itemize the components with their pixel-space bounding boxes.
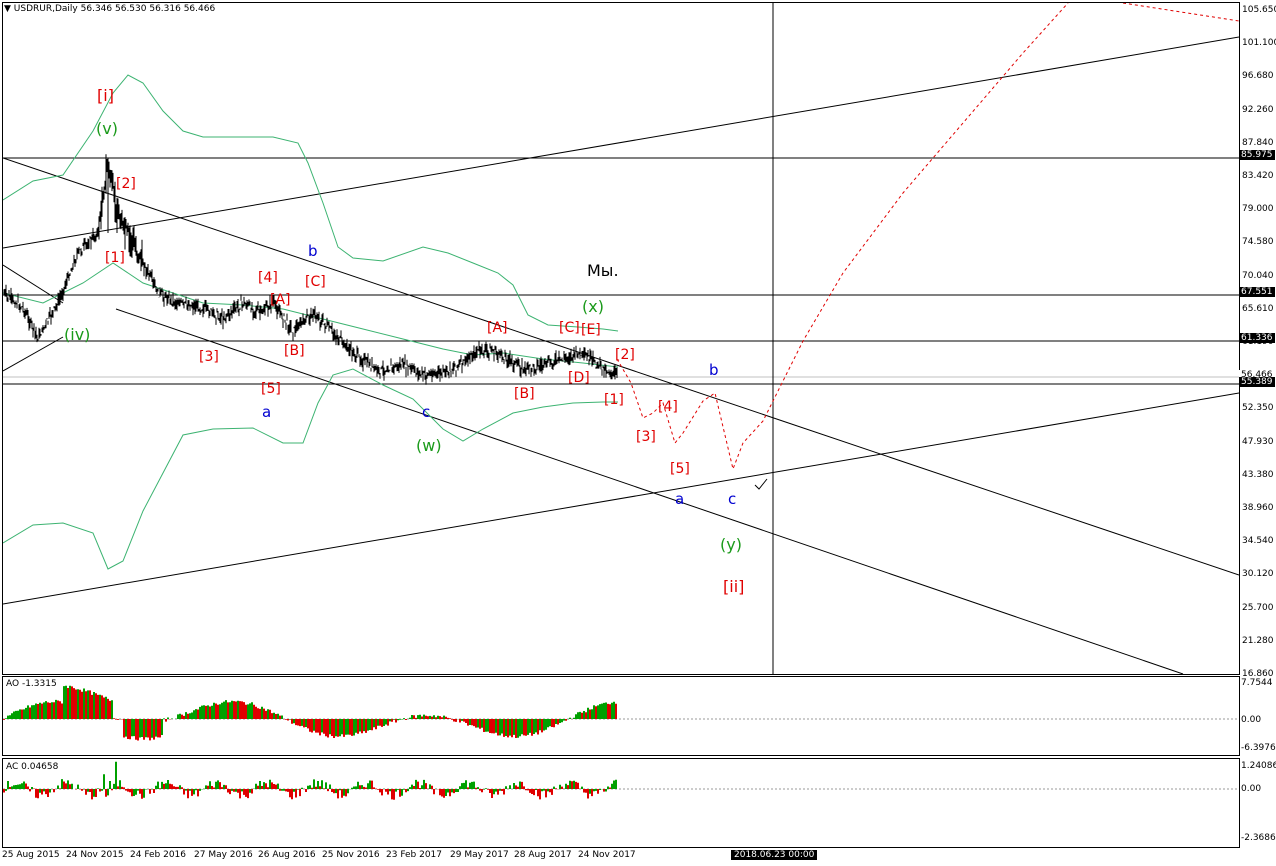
checkmark-icon <box>754 478 768 490</box>
wave-label: [5] <box>670 461 690 477</box>
price-tick: 25.700 <box>1242 602 1274 613</box>
price-tick: 92.260 <box>1242 104 1274 115</box>
time-tick: 24 Feb 2016 <box>130 850 187 860</box>
price-tick: 101.100 <box>1242 38 1276 49</box>
ao-histogram <box>3 685 1239 741</box>
ac-indicator-pane[interactable] <box>2 758 1240 848</box>
wave-label: [ii] <box>723 577 745 596</box>
wave-label: [i] <box>97 86 114 105</box>
time-tick: 24 Nov 2017 <box>578 850 636 860</box>
symbol-header: ▼ USDRUR,Daily 56.346 56.530 56.316 56.4… <box>4 4 215 14</box>
price-tick: 34.540 <box>1242 536 1274 547</box>
wave-label: [1] <box>604 392 624 408</box>
time-tick: 28 Aug 2017 <box>514 850 572 860</box>
wave-label: (w) <box>416 436 442 455</box>
wave-label: [B] <box>514 386 535 402</box>
time-tick: 24 Nov 2015 <box>66 850 124 860</box>
envelope-upper <box>3 74 619 332</box>
price-tick: 21.280 <box>1242 635 1274 646</box>
price-tick: 79.000 <box>1242 204 1274 215</box>
price-tick: 43.380 <box>1242 469 1274 480</box>
ao-title: AO -1.3315 <box>6 679 57 689</box>
wave-label: [4] <box>258 270 278 286</box>
wave-label: Мы. <box>587 261 619 280</box>
ohlc-values: 56.346 56.530 56.316 56.466 <box>80 4 216 14</box>
price-tag: 61.336 <box>1239 333 1275 343</box>
forecast-path <box>1122 3 1239 22</box>
time-tick: 29 May 2017 <box>450 850 509 860</box>
price-tag: 85.975 <box>1239 150 1275 160</box>
wave-label: a <box>262 403 272 421</box>
time-tick: 23 Feb 2017 <box>386 850 443 860</box>
wave-label: (x) <box>582 297 604 316</box>
wave-label: [D] <box>568 370 590 386</box>
wave-label: [A] <box>270 292 291 308</box>
ao-tick: -6.3976 <box>1241 743 1276 753</box>
wave-label: [B] <box>284 343 305 359</box>
ac-histogram <box>3 761 1239 800</box>
trend-line <box>3 392 1239 605</box>
ac-title: AC 0.04658 <box>6 762 59 772</box>
wave-label: (v) <box>96 119 118 138</box>
price-tick: 52.350 <box>1242 403 1274 414</box>
wave-label: [1] <box>105 250 125 266</box>
ac-tick: 0.00 <box>1241 784 1262 794</box>
price-tick: 30.120 <box>1242 569 1274 580</box>
ao-tick: 0.00 <box>1241 715 1262 725</box>
price-chart-pane[interactable] <box>2 2 1240 675</box>
wave-label: [3] <box>199 349 219 365</box>
forecast-path <box>616 3 1069 471</box>
wave-label: [C] <box>305 274 326 290</box>
time-tick: 26 Aug 2016 <box>258 850 316 860</box>
time-tick: 25 Nov 2016 <box>322 850 380 860</box>
time-tick: 27 May 2016 <box>194 850 253 860</box>
wave-label: (iv) <box>64 325 91 344</box>
wave-label: [E] <box>581 322 601 338</box>
price-tick: 105.650 <box>1242 5 1276 15</box>
price-tick: 87.840 <box>1242 137 1274 148</box>
price-tick: 47.930 <box>1242 436 1274 447</box>
price-tick: 70.040 <box>1242 270 1274 281</box>
trend-line <box>3 336 64 372</box>
wave-label: (y) <box>720 535 742 554</box>
wave-label: c <box>728 490 737 508</box>
ao-indicator-pane[interactable] <box>2 676 1240 756</box>
trend-line <box>3 36 1239 249</box>
price-tick: 65.610 <box>1242 303 1274 314</box>
price-tag: 55.389 <box>1239 377 1275 387</box>
wave-label: [5] <box>261 381 281 397</box>
wave-label: [4] <box>658 399 678 415</box>
dropdown-triangle-icon[interactable]: ▼ <box>4 4 11 14</box>
symbol-label: USDRUR,Daily <box>13 4 78 14</box>
ao-bars-red <box>3 686 617 741</box>
wave-label: [3] <box>636 429 656 445</box>
ac-bars-green <box>5 761 617 798</box>
wave-label: [2] <box>116 176 136 192</box>
wave-label: b <box>709 361 719 379</box>
wave-label: [2] <box>615 347 635 363</box>
wave-label: [A] <box>487 320 508 336</box>
wave-label: b <box>308 242 318 260</box>
ac-tick: 1.24086 <box>1241 761 1276 771</box>
price-tick: 83.420 <box>1242 171 1274 181</box>
wave-label: c <box>422 403 431 421</box>
price-tick: 96.680 <box>1242 71 1274 82</box>
price-tick: 74.580 <box>1242 237 1274 248</box>
ao-tick: 7.7544 <box>1241 678 1273 688</box>
price-tick: 38.960 <box>1242 503 1274 513</box>
crosshair-time-marker: 2018.06.23 00:00 <box>731 850 818 860</box>
time-tick: 25 Aug 2015 <box>2 850 60 860</box>
price-tag: 67.551 <box>1239 287 1275 297</box>
ac-tick: -2.36862 <box>1241 833 1276 843</box>
channel-line <box>115 308 1184 674</box>
price-chart-canvas <box>3 3 1239 674</box>
wave-label: [C] <box>559 320 580 336</box>
wave-label: a <box>675 490 685 508</box>
